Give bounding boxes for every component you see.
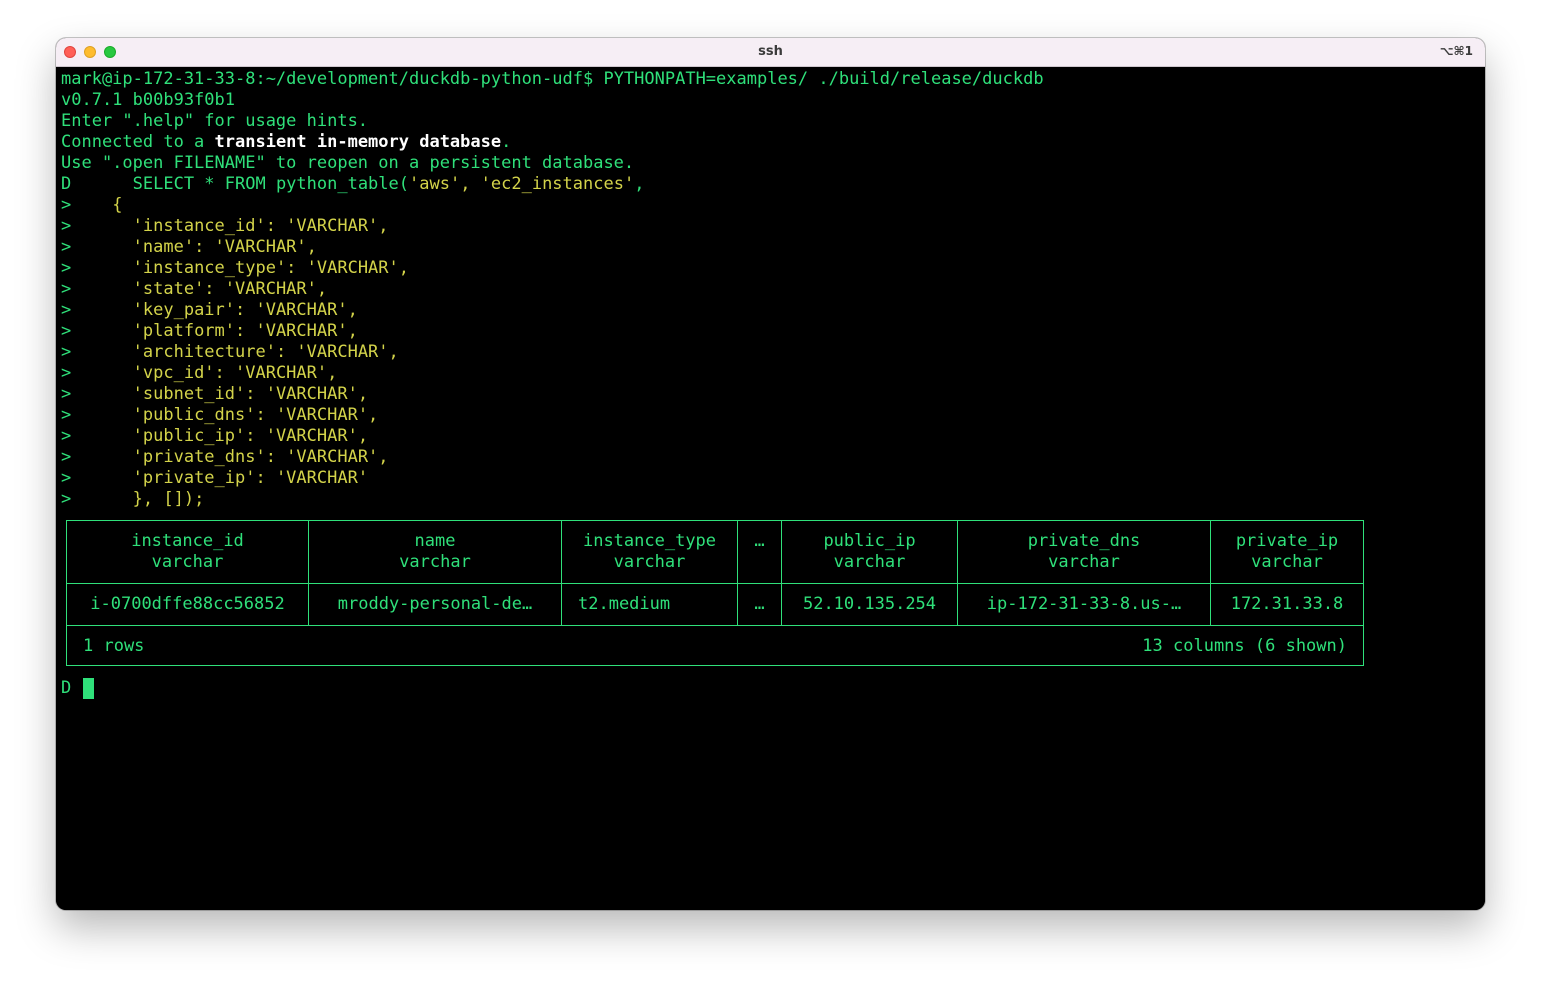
query-code: 'vpc_id': 'VARCHAR',	[71, 363, 338, 383]
query-code: 'key_pair': 'VARCHAR',	[71, 300, 358, 320]
title-bar[interactable]: ssh ⌥⌘1	[56, 38, 1485, 67]
table-cell: …	[754, 594, 765, 614]
column-name: instance_type	[582, 531, 717, 551]
continuation-prompt: >	[61, 279, 72, 299]
query-continuation-line: > 'key_pair': 'VARCHAR',	[61, 300, 358, 321]
connected-suffix: .	[501, 132, 512, 152]
query-continuation-line: > 'public_ip': 'VARCHAR',	[61, 426, 368, 447]
query-continuation-line: > 'subnet_id': 'VARCHAR',	[61, 384, 368, 405]
table-cell: ip-172-31-33-8.us-…	[986, 594, 1182, 614]
column-type: varchar	[1251, 552, 1323, 572]
column-type: varchar	[151, 552, 224, 572]
query-continuation-line: > 'name': 'VARCHAR',	[61, 237, 317, 258]
query-code: 'instance_type': 'VARCHAR',	[71, 258, 410, 278]
query-continuation-line: > 'vpc_id': 'VARCHAR',	[61, 363, 337, 384]
header-divider	[67, 583, 1363, 584]
column-header: name varchar	[309, 531, 561, 573]
continuation-prompt: >	[61, 363, 72, 383]
continuation-prompt: >	[61, 195, 72, 215]
table-cell: t2.medium	[578, 594, 671, 614]
query-first-line: D SELECT * FROM python_table('aws', 'ec2…	[61, 174, 644, 195]
query-select: SELECT * FROM python_table(	[71, 174, 410, 194]
terminal-window: ssh ⌥⌘1 mark@ip-172-31-33-8:~/developmen…	[56, 38, 1485, 910]
column-summary: 13 columns (6 shown)	[1142, 636, 1347, 656]
table-cell: i-0700dffe88cc56852	[90, 594, 285, 614]
query-code: 'public_dns': 'VARCHAR',	[71, 405, 379, 425]
open-hint-line: Use ".open FILENAME" to reopen on a pers…	[61, 153, 635, 173]
column-name: name	[414, 531, 456, 551]
table-cell: 52.10.135.254	[802, 594, 937, 614]
query-code: }, []);	[71, 489, 205, 509]
continuation-prompt: >	[61, 258, 72, 278]
terminal-output[interactable]: mark@ip-172-31-33-8:~/development/duckdb…	[56, 67, 1485, 910]
column-name: private_ip	[1235, 531, 1339, 551]
continuation-prompt: >	[61, 300, 72, 320]
query-continuation-line: > 'private_dns': 'VARCHAR',	[61, 447, 389, 468]
continuation-prompt: >	[61, 489, 72, 509]
column-type: varchar	[399, 552, 471, 572]
column-header: …	[738, 531, 781, 552]
column-header: public_ip varchar	[782, 531, 957, 573]
text-cursor[interactable]	[83, 678, 94, 699]
query-code: 'platform': 'VARCHAR',	[71, 321, 358, 341]
window-shortcut: ⌥⌘1	[1439, 44, 1473, 58]
column-name: public_ip	[823, 531, 916, 551]
connected-database: transient in-memory database	[214, 132, 502, 152]
continuation-prompt: >	[61, 237, 72, 257]
query-code: 'instance_id': 'VARCHAR',	[71, 216, 389, 236]
table-cell: 172.31.33.8	[1230, 594, 1344, 614]
column-name: private_dns	[1027, 531, 1141, 551]
continuation-prompt: >	[61, 426, 72, 446]
query-code: 'subnet_id': 'VARCHAR',	[71, 384, 369, 404]
duckdb-prompt: D	[61, 174, 72, 194]
footer-divider	[67, 625, 1363, 626]
column-type: varchar	[613, 552, 686, 572]
column-header: instance_id varchar	[67, 531, 308, 573]
query-continuation-line: > 'private_ip': 'VARCHAR'	[61, 468, 368, 489]
shell-prompt: mark@ip-172-31-33-8:~/development/duckdb…	[61, 69, 604, 89]
continuation-prompt: >	[61, 405, 72, 425]
column-header: private_dns varchar	[958, 531, 1210, 573]
shell-command: PYTHONPATH=examples/ ./build/release/duc…	[603, 69, 1044, 89]
column-name: instance_id	[131, 531, 244, 551]
column-name: …	[754, 531, 765, 551]
query-args: 'aws', 'ec2_instances'	[409, 174, 635, 194]
query-code: 'private_ip': 'VARCHAR'	[71, 468, 369, 488]
continuation-prompt: >	[61, 342, 72, 362]
help-hint-line: Enter ".help" for usage hints.	[61, 111, 369, 131]
query-code: 'private_dns': 'VARCHAR',	[71, 447, 389, 467]
command-line: mark@ip-172-31-33-8:~/development/duckdb…	[61, 69, 1044, 90]
result-table: instance_id varchar name varchar instance_…	[66, 520, 1364, 666]
query-code: 'public_ip': 'VARCHAR',	[71, 426, 369, 446]
column-header: instance_type varchar	[562, 531, 737, 573]
query-code: 'name': 'VARCHAR',	[71, 237, 317, 257]
query-continuation-line: > 'platform': 'VARCHAR',	[61, 321, 358, 342]
continuation-prompt: >	[61, 216, 72, 236]
connected-prefix: Connected to a	[61, 132, 215, 152]
query-continuation-line: > 'instance_type': 'VARCHAR',	[61, 258, 409, 279]
continuation-prompt: >	[61, 384, 72, 404]
continuation-prompt: >	[61, 447, 72, 467]
column-type: varchar	[1048, 552, 1120, 572]
query-continuation-line: > 'state': 'VARCHAR',	[61, 279, 327, 300]
connected-line: Connected to a transient in-memory datab…	[61, 132, 511, 153]
query-continuation-line: > {	[61, 195, 122, 216]
query-code: {	[71, 195, 123, 215]
query-continuation-line: > 'instance_id': 'VARCHAR',	[61, 216, 389, 237]
final-prompt: D	[61, 678, 72, 698]
query-continuation-line: > 'public_dns': 'VARCHAR',	[61, 405, 378, 426]
query-continuation-line: > }, []);	[61, 489, 204, 510]
version-line: v0.7.1 b00b93f0b1	[61, 90, 235, 110]
column-header: private_ip varchar	[1211, 531, 1363, 573]
continuation-prompt: >	[61, 468, 72, 488]
query-continuation-line: > 'architecture': 'VARCHAR',	[61, 342, 399, 363]
table-cell: mroddy-personal-de…	[337, 594, 533, 614]
continuation-prompt: >	[61, 321, 72, 341]
query-code: 'state': 'VARCHAR',	[71, 279, 328, 299]
query-code: 'architecture': 'VARCHAR',	[71, 342, 399, 362]
query-comma: ,	[634, 174, 645, 194]
column-type: varchar	[833, 552, 906, 572]
window-title: ssh	[758, 44, 783, 59]
row-count: 1 rows	[83, 636, 145, 656]
